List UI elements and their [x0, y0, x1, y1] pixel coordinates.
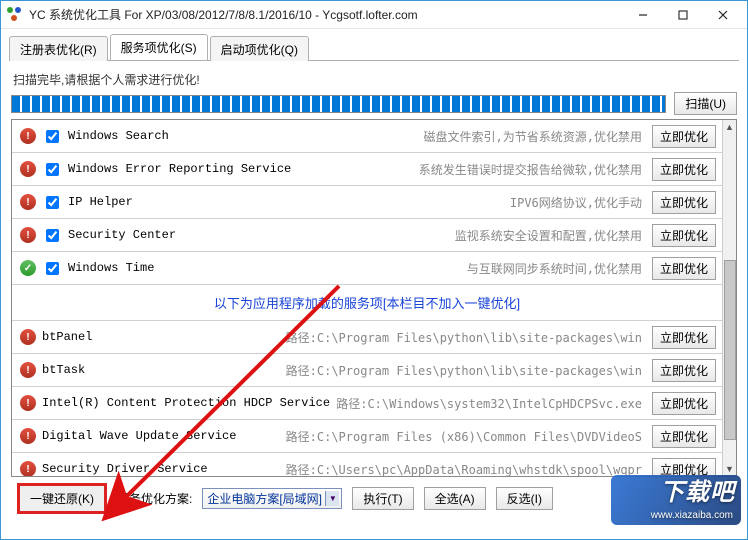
- service-note: IPV6网络协议,优化手动: [284, 194, 646, 211]
- one-key-restore-button[interactable]: 一键还原(K): [17, 483, 107, 514]
- optimize-button[interactable]: 立即优化: [652, 257, 716, 280]
- scan-button[interactable]: 扫描(U): [674, 92, 737, 115]
- service-row: ! Digital Wave Update Service 路径:C:\Prog…: [12, 420, 722, 453]
- optimize-button[interactable]: 立即优化: [652, 359, 716, 382]
- tab-bar: 注册表优化(R) 服务项优化(S) 启动项优化(Q): [9, 35, 739, 61]
- service-name: IP Helper: [68, 195, 278, 209]
- plan-value: 企业电脑方案[局域网]: [207, 492, 322, 506]
- service-row: ! Windows Error Reporting Service 系统发生错误…: [12, 153, 722, 186]
- service-row: ! btTask 路径:C:\Program Files\python\lib\…: [12, 354, 722, 387]
- status-warn-icon: !: [20, 395, 36, 411]
- service-row: ! Security Driver Service 路径:C:\Users\pc…: [12, 453, 722, 477]
- scan-progress-bar: [11, 95, 666, 113]
- service-note: 监视系统安全设置和配置,优化禁用: [284, 227, 646, 244]
- section-title: 以下为应用程序加载的服务项[本栏目不加入一键优化]: [12, 285, 722, 321]
- optimize-button[interactable]: 立即优化: [652, 158, 716, 181]
- status-warn-icon: !: [20, 194, 36, 210]
- status-warn-icon: !: [20, 362, 36, 378]
- tab-services[interactable]: 服务项优化(S): [110, 34, 208, 60]
- optimize-button[interactable]: 立即优化: [652, 425, 716, 448]
- optimize-button[interactable]: 立即优化: [652, 191, 716, 214]
- service-row: ! btPanel 路径:C:\Program Files\python\lib…: [12, 321, 722, 354]
- status-warn-icon: !: [20, 227, 36, 243]
- service-name: btPanel: [42, 330, 252, 344]
- scan-status-text: 扫描完毕,请根据个人需求进行优化!: [13, 71, 737, 88]
- watermark-url: www.xiazaiba.com: [651, 510, 733, 521]
- service-name: Intel(R) Content Protection HDCP Service: [42, 396, 330, 410]
- service-name: Security Driver Service: [42, 462, 252, 476]
- service-name: Digital Wave Update Service: [42, 429, 252, 443]
- service-checkbox[interactable]: [46, 262, 59, 275]
- service-checkbox[interactable]: [46, 163, 59, 176]
- close-button[interactable]: [703, 4, 743, 26]
- service-note: 路径:C:\Windows\system32\IntelCpHDCPSvc.ex…: [336, 395, 646, 412]
- vertical-scrollbar[interactable]: ▲ ▼: [722, 120, 736, 476]
- service-note: 路径:C:\Program Files\python\lib\site-pack…: [258, 362, 646, 379]
- service-checkbox[interactable]: [46, 130, 59, 143]
- status-ok-icon: ✓: [20, 260, 36, 276]
- optimize-button[interactable]: 立即优化: [652, 326, 716, 349]
- maximize-button[interactable]: [663, 4, 703, 26]
- optimize-button[interactable]: 立即优化: [652, 125, 716, 148]
- service-note: 系统发生错误时提交报告给微软,优化禁用: [297, 161, 646, 178]
- tab-startup[interactable]: 启动项优化(Q): [210, 36, 309, 61]
- service-name: btTask: [42, 363, 252, 377]
- service-note: 与互联网同步系统时间,优化禁用: [284, 260, 646, 277]
- tab-registry[interactable]: 注册表优化(R): [9, 36, 108, 61]
- service-note: 磁盘文件索引,为节省系统资源,优化禁用: [284, 128, 646, 145]
- select-all-button[interactable]: 全选(A): [424, 487, 486, 510]
- status-warn-icon: !: [20, 428, 36, 444]
- scan-row: 扫描(U): [11, 92, 737, 115]
- service-row: ! Intel(R) Content Protection HDCP Servi…: [12, 387, 722, 420]
- service-note: 路径:C:\Program Files (x86)\Common Files\D…: [258, 428, 646, 445]
- service-row: ! IP Helper IPV6网络协议,优化手动 立即优化: [12, 186, 722, 219]
- app-icon: [7, 7, 23, 23]
- dropdown-icon: ▼: [325, 491, 339, 506]
- status-warn-icon: !: [20, 161, 36, 177]
- optimize-button[interactable]: 立即优化: [652, 224, 716, 247]
- content-area: 扫描完毕,请根据个人需求进行优化! 扫描(U) ! Windows Search…: [1, 61, 747, 522]
- service-name: Windows Error Reporting Service: [68, 162, 291, 176]
- scroll-up-button[interactable]: ▲: [723, 120, 736, 134]
- plan-label: 服务优化方案:: [117, 490, 192, 507]
- service-name: Security Center: [68, 228, 278, 242]
- service-name: Windows Search: [68, 129, 278, 143]
- watermark-brand: 下载吧: [660, 472, 735, 507]
- service-row: ! Windows Search 磁盘文件索引,为节省系统资源,优化禁用 立即优…: [12, 120, 722, 153]
- invert-select-button[interactable]: 反选(I): [496, 487, 553, 510]
- status-warn-icon: !: [20, 461, 36, 477]
- service-name: Windows Time: [68, 261, 278, 275]
- status-warn-icon: !: [20, 128, 36, 144]
- service-row: ✓ Windows Time 与互联网同步系统时间,优化禁用 立即优化: [12, 252, 722, 285]
- plan-select[interactable]: 企业电脑方案[局域网] ▼: [202, 488, 342, 509]
- status-warn-icon: !: [20, 329, 36, 345]
- optimize-button[interactable]: 立即优化: [652, 392, 716, 415]
- execute-button[interactable]: 执行(T): [352, 487, 413, 510]
- service-note: 路径:C:\Program Files\python\lib\site-pack…: [258, 329, 646, 346]
- service-note: 路径:C:\Users\pc\AppData\Roaming\whstdk\sp…: [258, 461, 646, 478]
- service-list: ! Windows Search 磁盘文件索引,为节省系统资源,优化禁用 立即优…: [11, 119, 737, 477]
- scroll-thumb[interactable]: [724, 260, 736, 440]
- service-row: ! Security Center 监视系统安全设置和配置,优化禁用 立即优化: [12, 219, 722, 252]
- service-checkbox[interactable]: [46, 229, 59, 242]
- minimize-button[interactable]: [623, 4, 663, 26]
- title-bar: YC 系统优化工具 For XP/03/08/2012/7/8/8.1/2016…: [1, 1, 747, 29]
- service-checkbox[interactable]: [46, 196, 59, 209]
- window-title: YC 系统优化工具 For XP/03/08/2012/7/8/8.1/2016…: [29, 6, 623, 23]
